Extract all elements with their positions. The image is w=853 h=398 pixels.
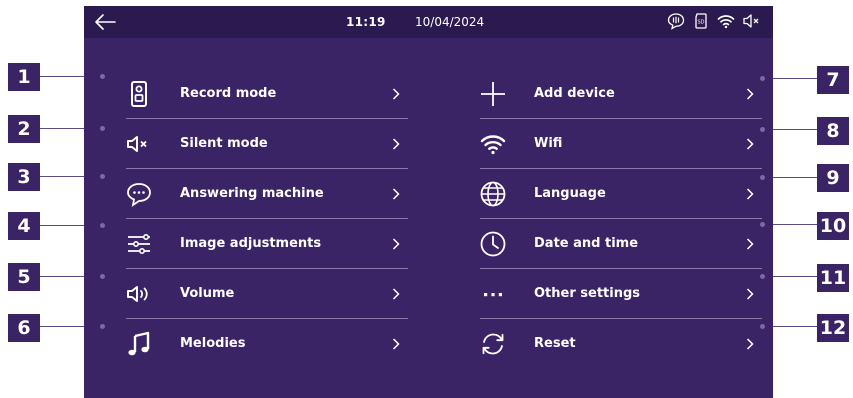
menu-language[interactable]: Language [480,169,762,219]
menu-label: Wifi [534,136,563,151]
speaker-volume-icon [127,286,148,302]
chevron-right-icon [392,88,400,100]
status-icons: SD [667,12,760,30]
refresh-icon [482,333,504,355]
chevron-right-icon [392,138,400,150]
menu-label: Volume [180,286,235,301]
sliders-icon [128,233,150,254]
callout-12: 12 [817,314,849,342]
menu-label: Answering machine [180,186,324,201]
callout-1: 1 [8,63,40,91]
wifi-icon [717,15,735,29]
chevron-right-icon [392,288,400,300]
chevron-right-icon [746,88,754,100]
menu-date-and-time[interactable]: Date and time [480,219,762,269]
speaker-muted-icon [127,136,147,152]
date-display: 10/04/2024 [415,15,485,29]
callout-7: 7 [817,66,849,94]
callout-4: 4 [8,212,40,240]
clock-time: 11:19 [346,15,386,29]
settings-screen: 11:19 10/04/2024 SD Record mode Silent m… [84,6,773,398]
menu-melodies[interactable]: Melodies [126,319,408,369]
callout-5: 5 [8,263,40,291]
callout-6: 6 [8,314,40,342]
menu-label: Silent mode [180,136,268,151]
leader-dot [760,324,765,329]
status-bar: 11:19 10/04/2024 SD [84,6,773,38]
chevron-right-icon [392,238,400,250]
ellipsis-icon [484,293,502,297]
menu-wifi[interactable]: Wifi [480,119,762,169]
back-arrow-icon[interactable] [94,13,116,31]
menu-label: Record mode [180,86,277,101]
leader-dot [100,126,105,131]
voicemail-icon [667,13,685,30]
menu-reset[interactable]: Reset [480,319,762,369]
svg-text:SD: SD [697,20,704,26]
menu-label: Add device [534,86,615,101]
leader-dot [100,274,105,279]
leader-dot [760,127,765,132]
callout-8: 8 [817,117,849,145]
leader-dot [760,175,765,180]
callout-2: 2 [8,115,40,143]
menu-label: Language [534,186,606,201]
menu-other-settings[interactable]: Other settings [480,269,762,319]
music-note-icon [128,331,150,356]
chevron-right-icon [746,188,754,200]
callout-10: 10 [817,212,849,240]
callout-3: 3 [8,163,40,191]
plus-icon [481,82,505,106]
chevron-right-icon [392,188,400,200]
wifi-icon [480,135,506,155]
leader-dot [760,222,765,227]
leader-dot [100,223,105,228]
speaker-muted-icon [743,14,759,28]
leader-dot [760,76,765,81]
leader-dot [100,174,105,179]
leader-dot [100,74,105,79]
menu-label: Date and time [534,236,639,251]
chevron-right-icon [746,288,754,300]
menu-label: Other settings [534,286,641,301]
globe-icon [480,181,506,207]
callout-11: 11 [817,264,849,292]
menu-record-mode[interactable]: Record mode [126,69,408,119]
leader-dot [100,324,105,329]
menu-add-device[interactable]: Add device [480,69,762,119]
clock-icon [480,231,506,257]
chat-bubble-icon [127,183,151,207]
menu-silent-mode[interactable]: Silent mode [126,119,408,169]
chevron-right-icon [746,138,754,150]
menu-volume[interactable]: Volume [126,269,408,319]
menu-image-adjustments[interactable]: Image adjustments [126,219,408,269]
leader-dot [760,274,765,279]
doorbell-icon [131,81,147,107]
chevron-right-icon [392,338,400,350]
menu-label: Reset [534,336,576,351]
chevron-right-icon [746,338,754,350]
menu-answering-machine[interactable]: Answering machine [126,169,408,219]
menu-label: Melodies [180,336,246,351]
menu-label: Image adjustments [180,236,322,251]
callout-9: 9 [817,164,849,192]
chevron-right-icon [746,238,754,250]
sd-card-icon: SD [695,13,707,29]
